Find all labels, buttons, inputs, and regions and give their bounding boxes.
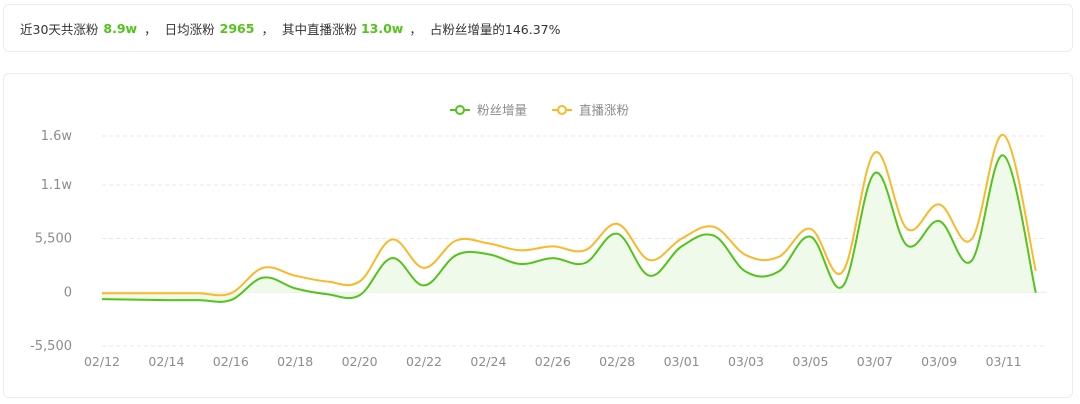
x-tick-label: 02/20 xyxy=(342,354,378,369)
summary-prefix: 近30天共涨粉 xyxy=(20,21,99,37)
y-tick-label: 5,500 xyxy=(35,232,72,247)
live-gain-value: 13.0w xyxy=(360,20,404,36)
x-tick-label: 02/14 xyxy=(148,354,184,369)
x-tick-label: 02/24 xyxy=(470,354,506,369)
x-tick-label: 02/16 xyxy=(213,354,249,369)
y-tick-label: 1.1w xyxy=(41,178,73,193)
x-tick-label: 03/03 xyxy=(728,354,764,369)
x-tick-label: 02/22 xyxy=(406,354,442,369)
daily-avg-value: 2965 xyxy=(219,20,255,36)
legend-live-marker xyxy=(557,105,567,115)
x-tick-label: 03/09 xyxy=(921,354,957,369)
live-gain-label: 其中直播涨粉 xyxy=(281,21,357,37)
x-tick-label: 03/05 xyxy=(792,354,828,369)
summary-separator: ， xyxy=(261,21,274,37)
total-gain-value: 8.9w xyxy=(103,20,138,36)
x-tick-label: 03/01 xyxy=(664,354,700,369)
x-tick-label: 02/28 xyxy=(599,354,635,369)
y-tick-label: -5,500 xyxy=(30,339,72,354)
x-tick-label: 03/11 xyxy=(986,354,1022,369)
fans-trend-chart: -5,500 0 5,500 1.1w 1.6w 02/12 02/14 02/16 02/18… xyxy=(30,103,1047,369)
legend-fans-marker xyxy=(455,105,465,115)
x-tick-label: 02/26 xyxy=(535,354,571,369)
summary-bar: 近30天共涨粉 8.9w ， 日均涨粉 2965 ， 其中直播涨粉 13.0w … xyxy=(3,4,1073,52)
x-tick-label: 03/07 xyxy=(857,354,893,369)
summary-separator: ， xyxy=(144,21,157,37)
legend-fans-label: 粉丝增量 xyxy=(477,103,527,118)
x-tick-label: 02/12 xyxy=(84,354,120,369)
legend-live-label: 直播涨粉 xyxy=(579,103,630,118)
chart-card: -5,500 0 5,500 1.1w 1.6w 02/12 02/14 02/16 02/18… xyxy=(3,73,1073,398)
daily-avg-label: 日均涨粉 xyxy=(164,21,215,37)
ratio-text: 占粉丝增量的146.37% xyxy=(429,21,561,37)
y-tick-label: 0 xyxy=(64,285,72,300)
y-tick-label: 1.6w xyxy=(41,129,73,144)
x-tick-label: 02/18 xyxy=(277,354,313,369)
fans-area xyxy=(102,155,1036,302)
summary-separator: ， xyxy=(409,21,422,37)
